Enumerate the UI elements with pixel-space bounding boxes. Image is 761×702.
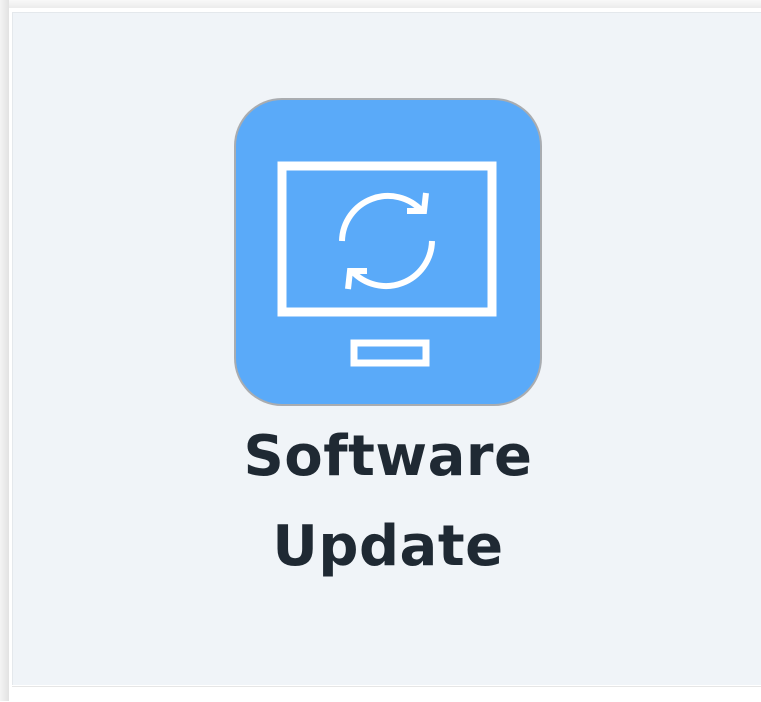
label-line-2: Update bbox=[272, 514, 504, 579]
software-update-label[interactable]: Software Update bbox=[176, 412, 600, 592]
monitor-screen-icon bbox=[277, 161, 497, 317]
top-edge bbox=[0, 0, 761, 8]
bottom-strip bbox=[12, 686, 761, 702]
software-update-icon[interactable] bbox=[236, 100, 540, 404]
monitor-refresh-icon bbox=[277, 161, 497, 367]
screenshot-frame: Software Update bbox=[0, 0, 761, 702]
label-line-1: Software bbox=[243, 424, 533, 489]
left-edge bbox=[0, 0, 9, 701]
monitor-stand-icon bbox=[350, 339, 430, 367]
